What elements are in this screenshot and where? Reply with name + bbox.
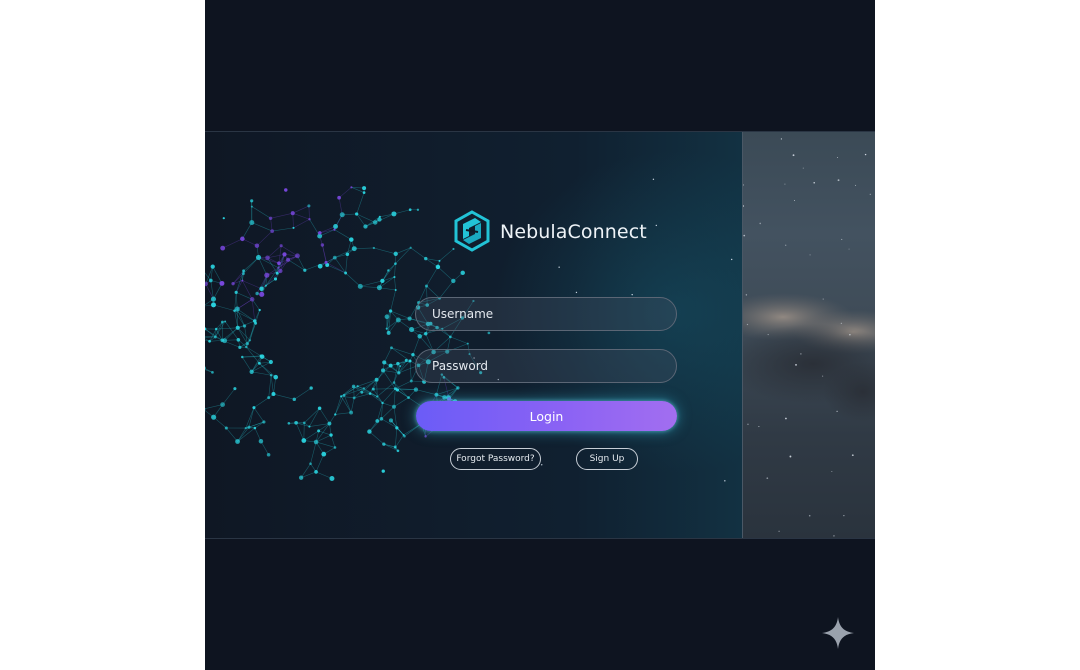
- login-button[interactable]: Login: [416, 401, 677, 431]
- nebula-cloud-image: [713, 132, 875, 538]
- forgot-password-button[interactable]: Forgot Password?: [450, 448, 541, 470]
- page-backdrop: NebulaConnect Login Forgot Password? Sig…: [205, 0, 875, 670]
- brand-name: NebulaConnect: [500, 221, 647, 243]
- network-links: [205, 187, 481, 479]
- nebula-cloud-art: [713, 138, 875, 537]
- username-field-wrapper: [415, 297, 677, 331]
- sparkle-icon: [822, 617, 854, 649]
- brand-header: NebulaConnect: [453, 210, 647, 254]
- username-input[interactable]: [416, 298, 676, 330]
- network-nodes: [205, 186, 491, 481]
- sign-up-button[interactable]: Sign Up: [576, 448, 638, 470]
- password-field-wrapper: [415, 349, 677, 383]
- network-ring-illustration: [205, 178, 733, 482]
- login-card: NebulaConnect Login Forgot Password? Sig…: [205, 131, 875, 539]
- password-input[interactable]: [416, 350, 676, 382]
- hexagon-knot-icon: [454, 210, 490, 252]
